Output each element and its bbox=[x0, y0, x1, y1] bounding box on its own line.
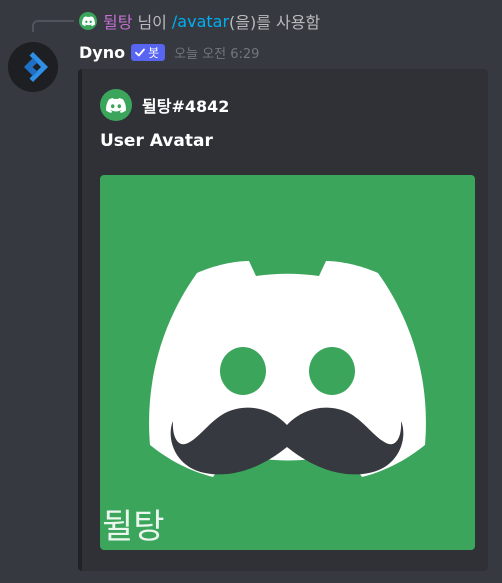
dyno-logo-icon bbox=[24, 52, 48, 82]
check-icon bbox=[135, 48, 145, 56]
message-timestamp[interactable]: 오늘 오전 6:29 bbox=[174, 43, 259, 62]
embed-author-name: 뒬탕#4842 bbox=[142, 97, 230, 116]
embed-author-avatar bbox=[100, 89, 132, 121]
discord-logo-icon bbox=[106, 97, 126, 113]
bot-username[interactable]: Dyno bbox=[79, 43, 125, 62]
discord-mustache-logo-icon bbox=[149, 261, 426, 477]
command-user-name[interactable]: 뒬탕 bbox=[103, 9, 132, 33]
command-usage-line[interactable]: 뒬탕 님이 /avatar (을)를 사용함 bbox=[79, 8, 320, 34]
chat-message-area: 뒬탕 님이 /avatar (을)를 사용함 Dyno 봇 오늘 오전 6:29… bbox=[0, 0, 502, 583]
message-header: Dyno 봇 오늘 오전 6:29 bbox=[79, 40, 259, 64]
embed-author: 뒬탕#4842 bbox=[100, 89, 229, 121]
command-usage-suffix: (을)를 사용함 bbox=[229, 13, 321, 32]
embed-title: User Avatar bbox=[100, 131, 213, 151]
user-avatar-mini[interactable] bbox=[79, 12, 97, 30]
embed-card: 뒬탕#4842 User Avatar 뒬탕 bbox=[78, 69, 488, 571]
avatar-image-caption: 뒬탕 bbox=[102, 507, 165, 547]
reply-spine bbox=[32, 20, 74, 32]
avatar-image[interactable]: 뒬탕 bbox=[100, 175, 475, 550]
bot-badge: 봇 bbox=[131, 43, 166, 61]
bot-badge-label: 봇 bbox=[148, 45, 160, 60]
discord-logo-icon bbox=[81, 16, 95, 26]
command-usage-text: 님이 bbox=[137, 13, 167, 32]
bot-avatar[interactable] bbox=[8, 42, 58, 92]
command-name-link[interactable]: /avatar bbox=[172, 12, 229, 31]
